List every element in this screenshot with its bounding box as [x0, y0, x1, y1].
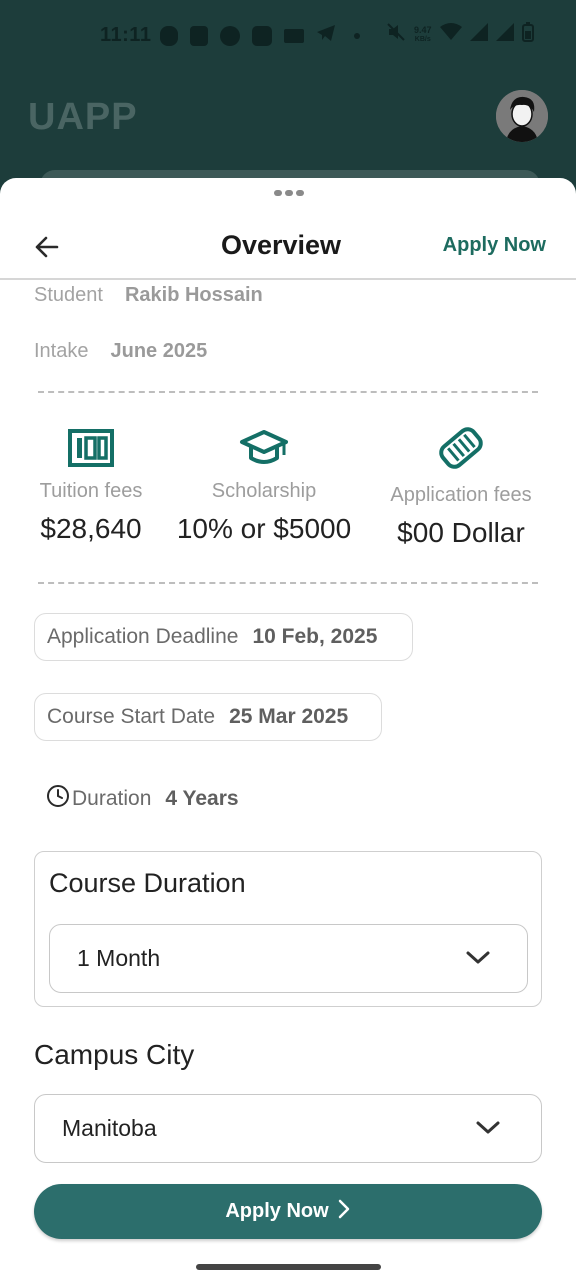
student-value: Rakib Hossain	[124, 284, 263, 306]
graduation-cap-icon	[169, 428, 359, 468]
student-label: Student	[34, 284, 103, 306]
divider	[38, 582, 538, 584]
notification-icons	[160, 24, 360, 47]
chevron-down-icon	[465, 949, 491, 972]
intake-value: June 2025	[110, 340, 208, 362]
status-bar: 11:11 9.47 KB/s	[0, 0, 576, 72]
apply-now-label: Apply Now	[225, 1200, 329, 1222]
chevron-right-icon	[337, 1198, 351, 1226]
deadline-label: Application Deadline	[47, 625, 239, 648]
course-duration-title: Course Duration	[49, 868, 246, 898]
fee-label: Application fees	[390, 484, 532, 506]
home-indicator[interactable]	[196, 1264, 381, 1270]
scholarship-item: Scholarship 10% or $5000	[169, 428, 359, 545]
status-time: 11:11	[100, 24, 152, 46]
fee-value: 10% or $5000	[176, 513, 352, 544]
net-speed: 9.47 KB/s	[414, 25, 432, 45]
start-date-label: Course Start Date	[47, 705, 216, 728]
more-notifications-icon	[354, 32, 360, 39]
fee-value: $00 Dollar	[397, 517, 525, 548]
money-bill-icon	[0, 428, 186, 468]
clock-icon	[46, 784, 70, 814]
telegram-icon	[316, 24, 336, 47]
app-icon	[252, 25, 272, 46]
tuition-fees-item: Tuition fees $28,640	[0, 428, 186, 545]
duration-label: Duration	[72, 787, 152, 810]
mail-icon	[284, 28, 304, 43]
deadline-value: 10 Feb, 2025	[252, 625, 378, 648]
course-duration-select[interactable]: 1 Month	[49, 924, 528, 993]
mute-icon	[386, 22, 406, 47]
chevron-down-icon	[475, 1119, 501, 1142]
net-speed-unit: KB/s	[414, 35, 431, 43]
apply-now-button[interactable]: Apply Now	[34, 1184, 542, 1239]
intake-label: Intake	[34, 340, 89, 362]
snapchat-icon	[160, 25, 178, 46]
start-date-value: 25 Mar 2025	[229, 705, 349, 728]
sheet-header: Overview Apply Now	[0, 216, 576, 280]
battery-icon	[521, 22, 534, 47]
app-title: UAPP	[28, 96, 138, 138]
signal-2-icon	[495, 23, 514, 46]
avatar[interactable]	[496, 90, 548, 142]
drag-handle[interactable]	[274, 190, 304, 196]
course-duration-value: 1 Month	[77, 945, 161, 971]
fee-value: $28,640	[40, 513, 142, 544]
duration-value: 4 Years	[165, 787, 239, 810]
overview-sheet: Overview Apply Now Student Rakib Hossain …	[0, 178, 576, 1280]
intake-row: Intake June 2025	[34, 340, 207, 363]
application-fees-item: Application fees $00 Dollar	[366, 427, 556, 549]
handshake-icon	[366, 424, 556, 472]
wifi-icon	[439, 23, 462, 46]
campus-city-title: Campus City	[34, 1039, 195, 1070]
student-row: Student Rakib Hossain	[34, 284, 263, 307]
divider	[38, 391, 538, 393]
course-duration-card: Course Duration 1 Month	[34, 851, 542, 1007]
facebook-icon	[220, 25, 240, 46]
signal-icon	[469, 23, 488, 46]
campus-city-select[interactable]: Manitoba	[34, 1094, 542, 1163]
course-start-date-chip: Course Start Date 25 Mar 2025	[34, 693, 382, 741]
system-icons: 9.47 KB/s	[386, 22, 534, 47]
application-deadline-chip: Application Deadline 10 Feb, 2025	[34, 613, 413, 661]
net-speed-value: 9.47	[414, 24, 432, 35]
campus-city-value: Manitoba	[62, 1115, 157, 1141]
duration-row: Duration 4 Years	[46, 784, 239, 814]
brave-icon	[190, 25, 208, 46]
fee-label: Tuition fees	[39, 480, 143, 502]
header-apply-now-link[interactable]: Apply Now	[443, 234, 546, 257]
fee-label: Scholarship	[211, 480, 317, 502]
